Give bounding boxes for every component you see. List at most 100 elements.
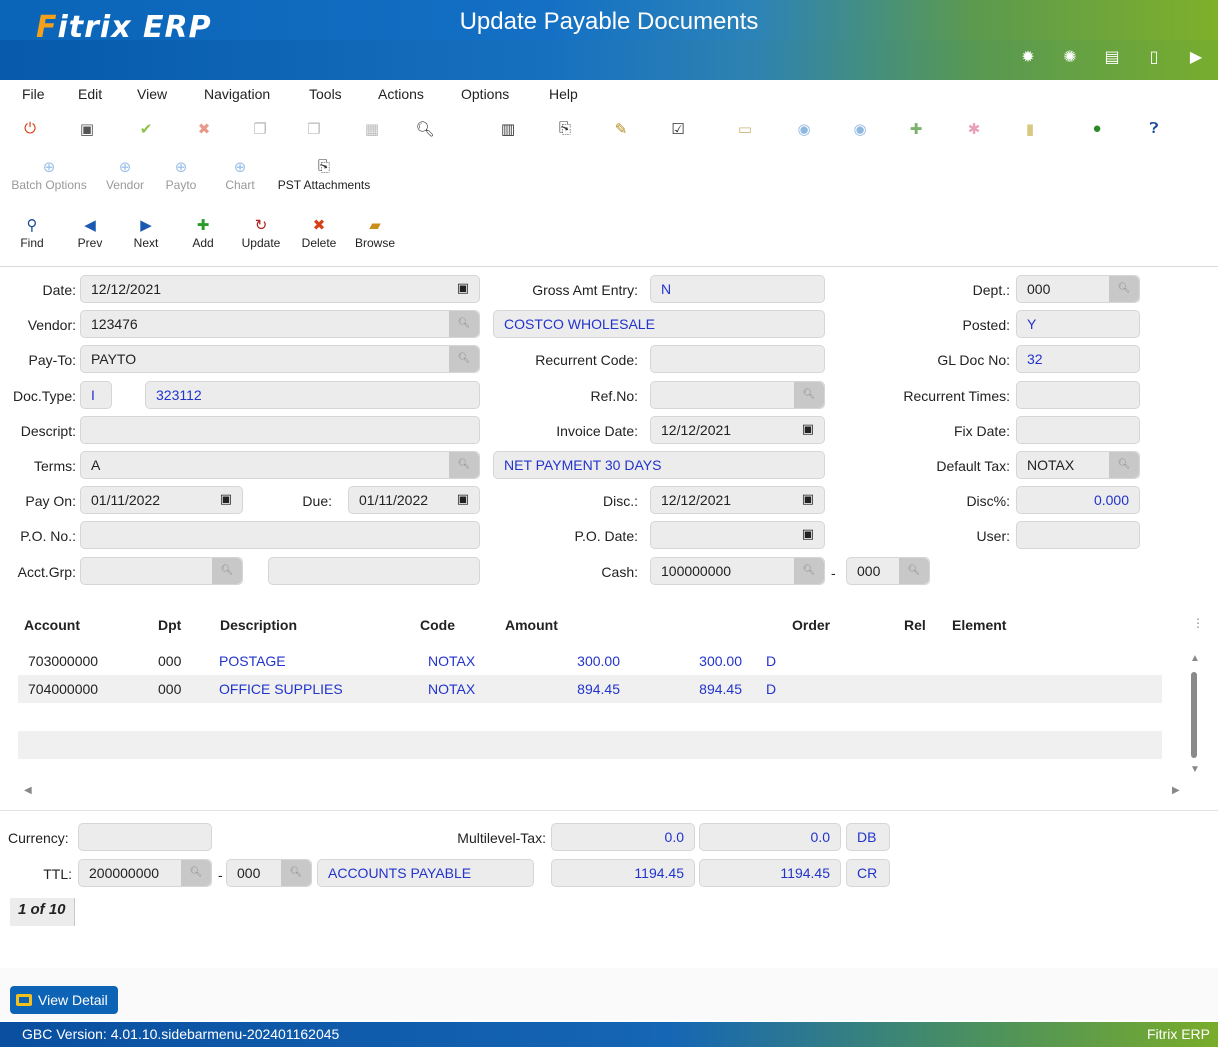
menu-view[interactable]: View — [137, 80, 167, 102]
posted-field[interactable]: Y — [1016, 310, 1140, 338]
prev-button[interactable]: ◀ Prev — [72, 216, 108, 250]
form-icon[interactable]: ▭ — [735, 120, 755, 138]
menu-tools[interactable]: Tools — [309, 80, 342, 102]
gear-icon[interactable]: ✺ — [1062, 47, 1078, 67]
calendar-icon[interactable]: ▣ — [220, 491, 232, 507]
menu-help[interactable]: Help — [549, 80, 578, 102]
arrow-down-icon[interactable]: ◉ — [794, 120, 814, 138]
calendar-icon[interactable]: ▣ — [802, 526, 814, 542]
calendar-icon[interactable]: ▣ — [457, 280, 469, 296]
col-dpt-header[interactable]: Dpt — [158, 617, 181, 633]
arrow-up-icon[interactable]: ◉ — [850, 120, 870, 138]
doc-number-field[interactable]: 323112 — [145, 381, 480, 409]
search-icon[interactable]: 🔍︎ — [281, 860, 311, 886]
add-button[interactable]: ✚ Add — [186, 216, 220, 250]
browse-button[interactable]: ▰ Browse — [352, 216, 398, 250]
col-description-header[interactable]: Description — [220, 617, 297, 633]
gl-doc-field[interactable]: 32 — [1016, 345, 1140, 373]
descript-field[interactable] — [80, 416, 480, 444]
cash-account-field[interactable]: 100000000 🔍︎ — [650, 557, 825, 585]
menu-navigation[interactable]: Navigation — [204, 80, 270, 102]
dept-field[interactable]: 000 🔍︎ — [1016, 275, 1140, 303]
accept-icon[interactable]: ✔ — [136, 120, 156, 138]
power-icon[interactable]: ⏻ — [20, 120, 40, 137]
update-button[interactable]: ↻ Update — [238, 216, 284, 250]
search-icon[interactable]: 🔍︎ — [1109, 276, 1139, 302]
graph-icon[interactable]: ● — [1087, 120, 1107, 137]
search-icon[interactable]: 🔍︎ — [794, 382, 824, 408]
acctgrp-field[interactable]: 🔍︎ — [80, 557, 243, 585]
due-field[interactable]: 01/11/2022 ▣ — [348, 486, 480, 514]
document-icon[interactable]: ▤ — [1104, 47, 1120, 67]
multilevel-flag-field[interactable]: DB — [846, 823, 890, 851]
batch-options-button[interactable]: ⊕ Batch Options — [6, 158, 92, 192]
date-field[interactable]: 12/12/2021 ▣ — [80, 275, 480, 303]
find-button[interactable]: ⚲ Find — [14, 216, 50, 250]
table-row[interactable]: 703000000 000 POSTAGE NOTAX 300.00 300.0… — [18, 647, 1162, 675]
settings-icon[interactable]: ✹ — [1020, 47, 1036, 67]
multilevel-tax-2-field[interactable]: 0.0 — [699, 823, 841, 851]
po-date-field[interactable]: ▣ — [650, 521, 825, 549]
menu-actions[interactable]: Actions — [378, 80, 424, 102]
col-rel-header[interactable]: Rel — [904, 617, 926, 633]
doctype-field[interactable]: I — [80, 381, 112, 409]
payto-button[interactable]: ⊕ Payto — [162, 158, 200, 192]
recurrent-code-field[interactable] — [650, 345, 825, 373]
scroll-up-icon[interactable]: ▲ — [1190, 653, 1200, 664]
search-icon[interactable]: 🔍︎ — [212, 558, 242, 584]
search-icon[interactable]: 🔍︎ — [449, 452, 479, 478]
calendar-icon[interactable]: ▣ — [802, 491, 814, 507]
terms-field[interactable]: A 🔍︎ — [80, 451, 480, 479]
col-account-header[interactable]: Account — [24, 617, 80, 633]
copy-icon[interactable]: ❐ — [250, 120, 270, 138]
cash-sub-field[interactable]: 000 🔍︎ — [846, 557, 930, 585]
pono-field[interactable] — [80, 521, 480, 549]
table-row-empty[interactable] — [18, 731, 1162, 759]
ttl-sub-field[interactable]: 000 🔍︎ — [226, 859, 312, 887]
table-row[interactable]: 704000000 000 OFFICE SUPPLIES NOTAX 894.… — [18, 675, 1162, 703]
gross-amt-field[interactable]: N — [650, 275, 825, 303]
pst-attachments-button[interactable]: ⎘ PST Attachments — [274, 158, 374, 192]
menu-edit[interactable]: Edit — [78, 80, 102, 102]
delete-button[interactable]: ✖ Delete — [298, 216, 340, 250]
user-field[interactable] — [1016, 521, 1140, 549]
multilevel-tax-1-field[interactable]: 0.0 — [551, 823, 695, 851]
vendor-field[interactable]: 123476 🔍︎ — [80, 310, 480, 338]
search-icon[interactable]: 🔍︎ — [899, 558, 929, 584]
vendor-name-field[interactable]: COSTCO WHOLESALE — [493, 310, 825, 338]
zoom-icon[interactable]: 🔍︎ — [415, 120, 435, 138]
paste-icon[interactable]: ❒ — [304, 120, 324, 138]
notes-icon[interactable]: ✎ — [611, 120, 631, 138]
calendar-icon[interactable]: ▣ — [802, 421, 814, 437]
new-document-icon[interactable]: ▯ — [1146, 47, 1162, 67]
print-icon[interactable]: ▣ — [77, 120, 97, 138]
search-icon[interactable]: 🔍︎ — [794, 558, 824, 584]
play-icon[interactable]: ▶ — [1188, 47, 1204, 67]
refno-field[interactable]: 🔍︎ — [650, 381, 825, 409]
cancel-icon[interactable]: ✖ — [194, 120, 214, 138]
search-icon[interactable]: 🔍︎ — [181, 860, 211, 886]
view-detail-button[interactable]: View Detail — [10, 986, 118, 1014]
payto-field[interactable]: PAYTO 🔍︎ — [80, 345, 480, 373]
disc-date-field[interactable]: 12/12/2021 ▣ — [650, 486, 825, 514]
fix-date-field[interactable] — [1016, 416, 1140, 444]
ttl-amount-1-field[interactable]: 1194.45 — [551, 859, 695, 887]
acctgrp-desc-field[interactable] — [268, 557, 480, 585]
col-element-header[interactable]: Element — [952, 617, 1006, 633]
col-code-header[interactable]: Code — [420, 617, 455, 633]
vendor-button[interactable]: ⊕ Vendor — [102, 158, 148, 192]
search-icon[interactable]: 🔍︎ — [1109, 452, 1139, 478]
next-button[interactable]: ▶ Next — [128, 216, 164, 250]
menu-options[interactable]: Options — [461, 80, 509, 102]
disc-pct-field[interactable]: 0.000 — [1016, 486, 1140, 514]
ttl-amount-2-field[interactable]: 1194.45 — [699, 859, 841, 887]
column-menu-icon[interactable]: ⋮ — [1192, 616, 1204, 630]
scroll-thumb[interactable] — [1191, 672, 1197, 758]
delete-line-icon[interactable]: ✱ — [964, 120, 984, 138]
ttl-account-field[interactable]: 200000000 🔍︎ — [78, 859, 212, 887]
scroll-left-icon[interactable]: ◀ — [24, 785, 32, 796]
attach-icon[interactable]: ⎘ — [555, 120, 575, 137]
payon-field[interactable]: 01/11/2022 ▣ — [80, 486, 243, 514]
clipboard-icon[interactable]: ▥ — [498, 120, 518, 138]
scroll-down-icon[interactable]: ▼ — [1190, 764, 1200, 775]
